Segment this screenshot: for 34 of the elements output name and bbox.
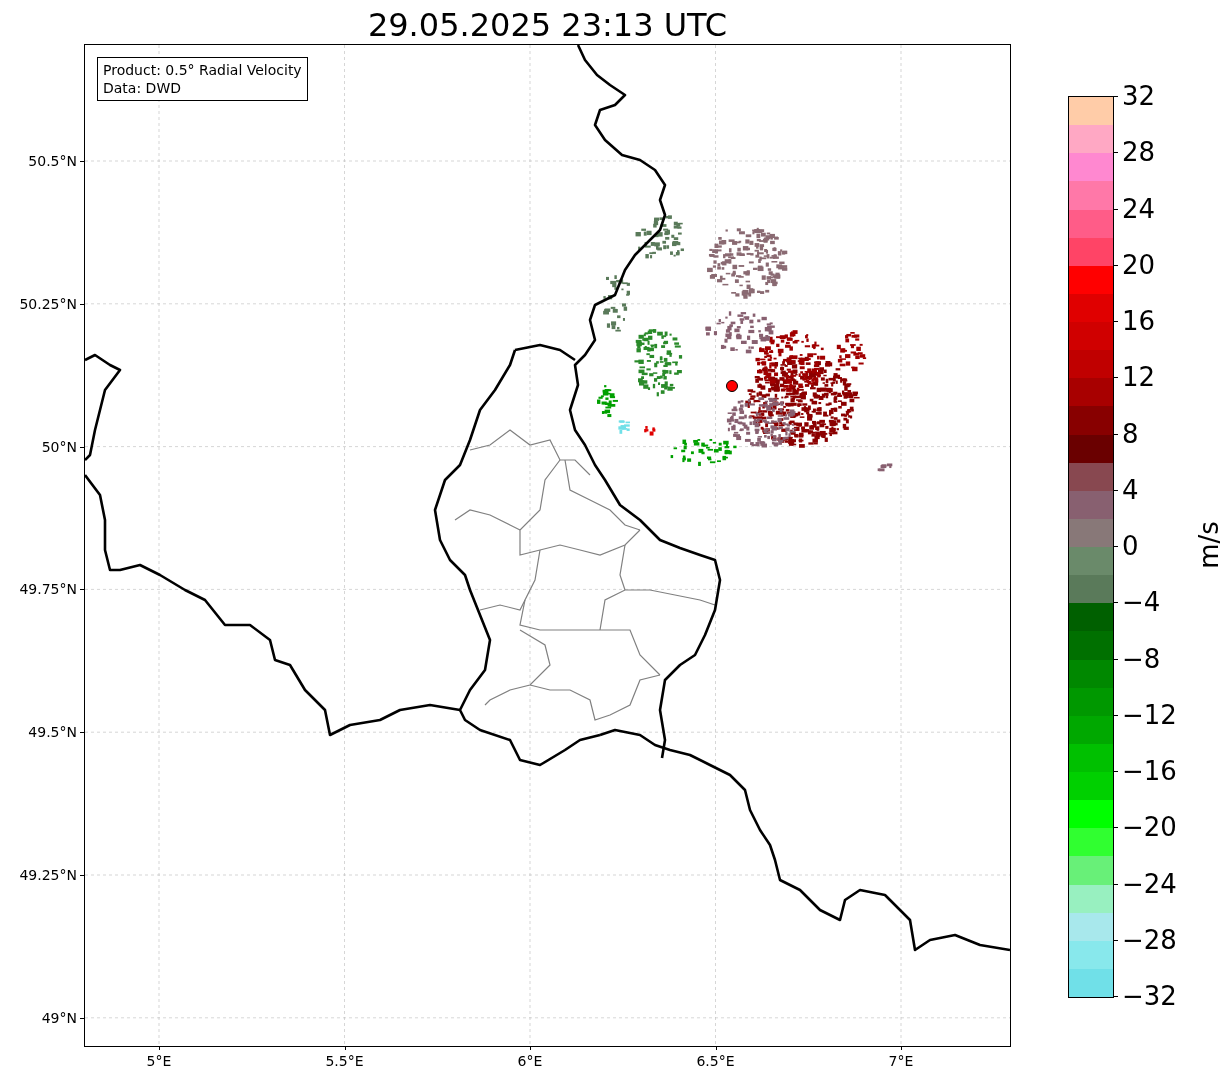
colorbar-tick-label: 28	[1122, 137, 1156, 168]
colorbar-tick-label: 8	[1122, 418, 1139, 449]
colorbar-tick-label: −20	[1122, 812, 1177, 843]
colorbar-tick-label: 4	[1122, 474, 1139, 505]
axis-tick-label: 49.75°N	[19, 580, 77, 599]
colorbar-tick-label: 32	[1122, 81, 1156, 111]
axis-tick-label: 7°E	[888, 1052, 914, 1070]
colorbar-tick-label: −32	[1122, 981, 1177, 1011]
colorbar-tick-label: −4	[1122, 587, 1161, 618]
axis-tick-label: 49.5°N	[28, 723, 77, 742]
colorbar-tick-label: 12	[1122, 362, 1156, 393]
axis-tick-label: 5°E	[146, 1052, 172, 1070]
colorbar-tick-label: 20	[1122, 249, 1156, 280]
plot-title: 29.05.2025 23:13 UTC	[366, 5, 729, 45]
colorbar-tick-label: −24	[1122, 868, 1177, 899]
radar-site-marker	[726, 380, 738, 392]
axis-tick-label: 50°N	[41, 437, 77, 456]
colorbar-label: m/s	[1193, 521, 1224, 569]
axis-tick-label: 6°E	[517, 1052, 543, 1070]
axis-tick-label: 50.5°N	[28, 152, 77, 170]
colorbar-tick-label: −28	[1122, 924, 1177, 955]
legend-text: Product: 0.5° Radial Velocity	[103, 61, 302, 79]
colorbar-tick-label: −12	[1122, 699, 1177, 730]
colorbar-tick-label: 24	[1122, 193, 1156, 224]
colorbar-tick-label: −16	[1122, 756, 1177, 786]
axis-tick-label: 5.5°E	[325, 1052, 364, 1070]
axis-tick-label: 6.5°E	[696, 1052, 735, 1070]
colorbar-tick-label: −8	[1122, 643, 1161, 674]
axis-tick-label: 50.25°N	[19, 294, 77, 313]
axis-tick-label: 49°N	[41, 1008, 77, 1027]
axis-tick-label: 49.25°N	[19, 866, 77, 884]
colorbar-tick-label: 16	[1122, 306, 1156, 336]
colorbar-tick-label: 0	[1122, 531, 1139, 561]
legend-text: Data: DWD	[103, 79, 182, 97]
